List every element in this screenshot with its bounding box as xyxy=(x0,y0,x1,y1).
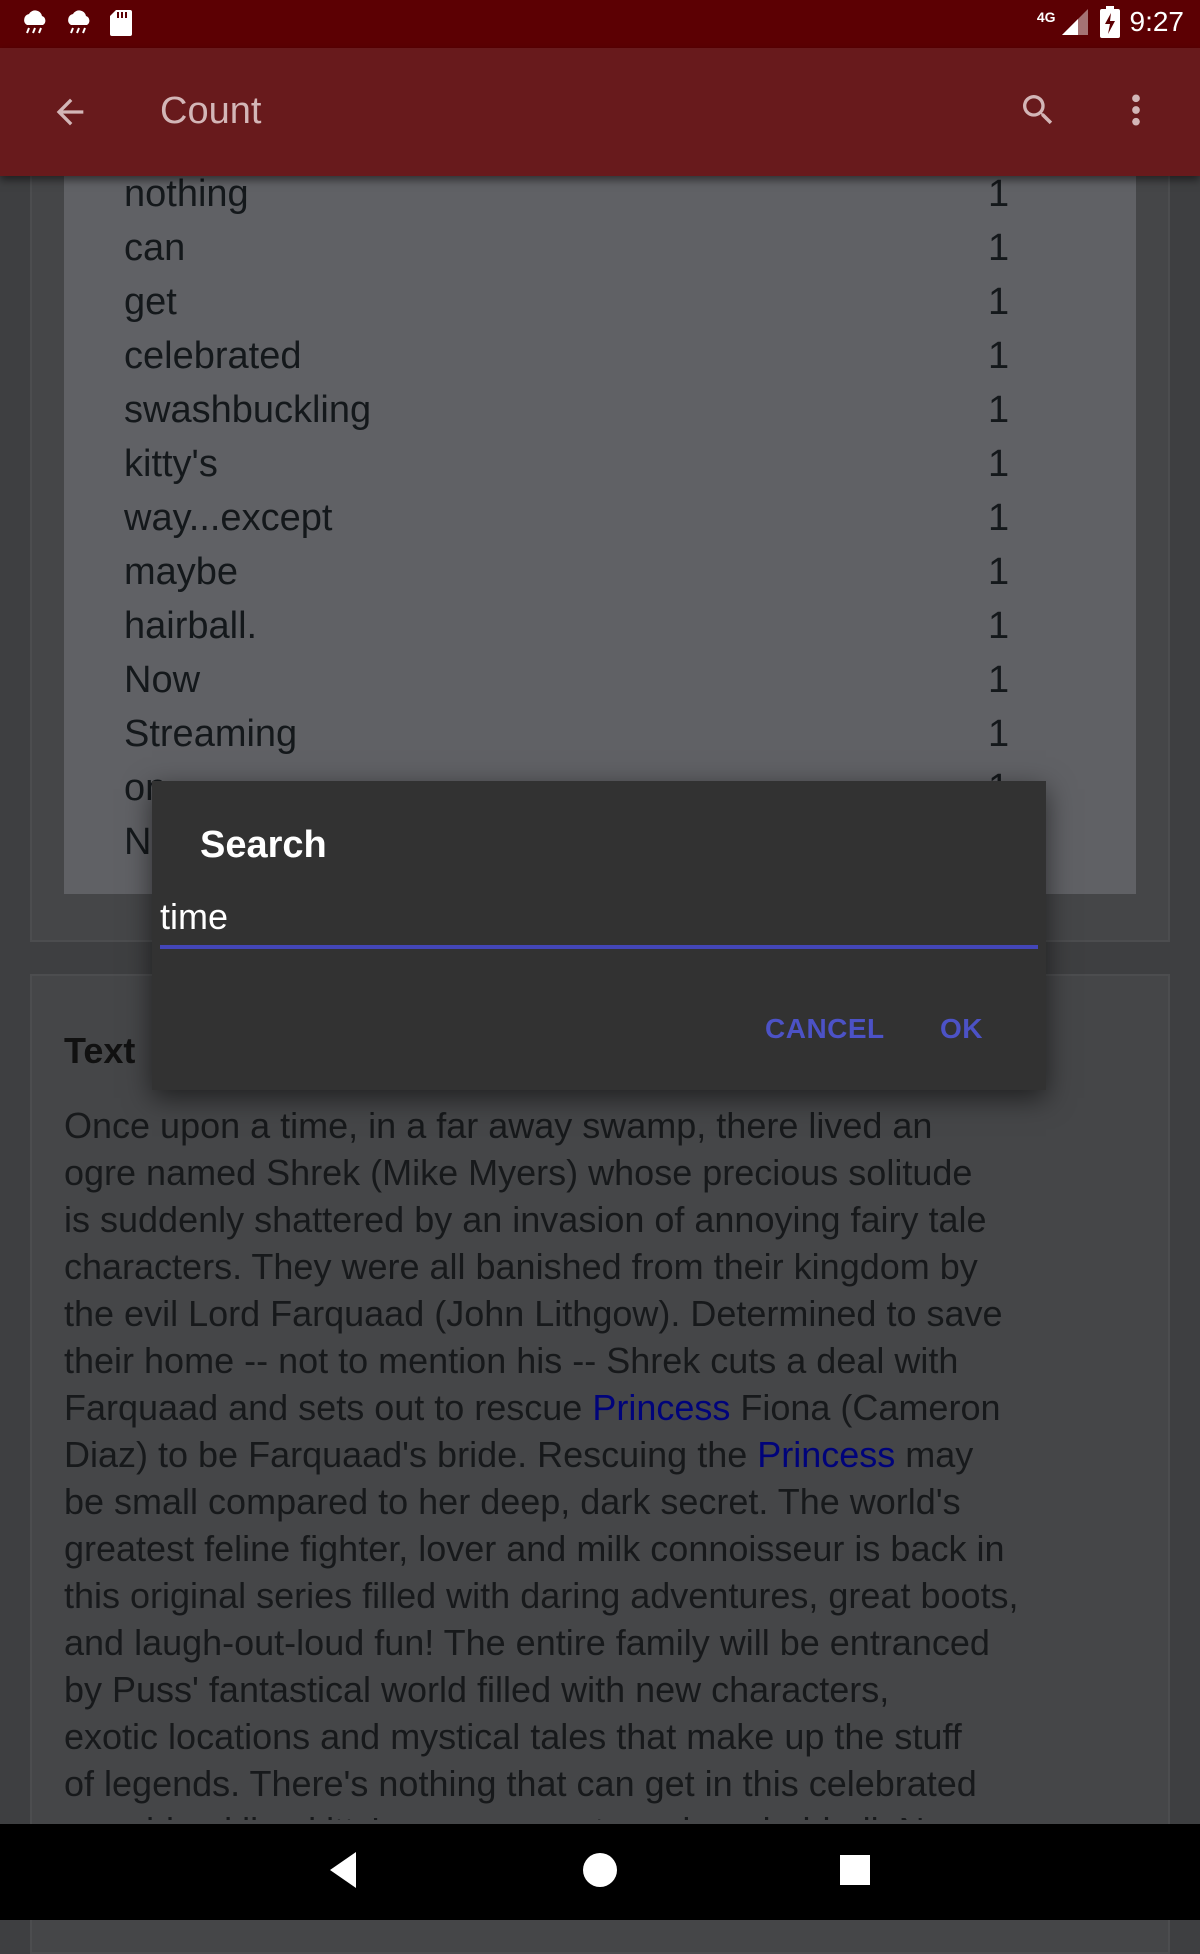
story-line: their home -- not to mention his -- Shre… xyxy=(64,1337,1144,1384)
count-cell: 1 xyxy=(988,551,1010,593)
status-bar: 4G 9:27 xyxy=(0,0,1200,48)
word-cell: hairball. xyxy=(124,605,258,647)
word-cell: maybe xyxy=(124,551,239,593)
page-title: Count xyxy=(160,90,262,132)
back-triangle-icon[interactable] xyxy=(326,1848,360,1892)
story-segment: their home -- not to mention his -- Shre… xyxy=(64,1340,959,1381)
search-dialog: Search time CANCEL OK xyxy=(152,781,1046,1090)
story-segment: exotic locations and mystical tales that… xyxy=(64,1716,962,1757)
dialog-title: Search xyxy=(200,824,327,866)
search-icon[interactable] xyxy=(1018,90,1058,130)
count-cell: 1 xyxy=(988,173,1010,215)
word-cell: kitty's xyxy=(124,443,218,485)
count-cell: 1 xyxy=(988,659,1010,701)
network-type: 4G xyxy=(1036,9,1056,25)
cancel-button[interactable]: CANCEL xyxy=(765,1013,885,1045)
story-segment: characters. They were all banished from … xyxy=(64,1246,978,1287)
story-line: exotic locations and mystical tales that… xyxy=(64,1713,1144,1760)
signal-icon xyxy=(1061,9,1088,35)
story-segment: Diaz) to be Farquaad's bride. Rescuing t… xyxy=(64,1434,758,1475)
text-heading: Text xyxy=(64,1030,136,1071)
search-match-highlight: Princess xyxy=(757,1434,896,1475)
table-row[interactable]: Now 1 xyxy=(64,659,1136,713)
word-cell: can xyxy=(124,227,186,269)
table-row[interactable]: celebrated 1 xyxy=(64,335,1136,389)
count-cell: 1 xyxy=(988,713,1010,755)
battery-charging-icon xyxy=(1099,6,1120,38)
story-line: by Puss' fantastical world filled with n… xyxy=(64,1666,1144,1713)
story-segment: be small compared to her deep, dark secr… xyxy=(64,1481,961,1522)
weather-icon xyxy=(24,10,46,34)
story-segment: Farquaad and sets out to rescue xyxy=(64,1387,593,1428)
table-row[interactable]: can 1 xyxy=(64,227,1136,281)
story-segment: ogre named Shrek (Mike Myers) whose prec… xyxy=(64,1152,973,1193)
story-segment: swashbuckling kitty's way...except maybe… xyxy=(64,1810,971,1820)
count-cell: 1 xyxy=(988,497,1010,539)
story-segment: the evil Lord Farquaad (John Lithgow). D… xyxy=(64,1293,1003,1334)
arrow-back-icon[interactable] xyxy=(50,92,90,132)
story-segment: this original series filled with daring … xyxy=(64,1575,1019,1616)
story-line: Once upon a time, in a far away swamp, t… xyxy=(64,1102,1144,1149)
story-segment: Fiona (Cameron xyxy=(730,1387,1001,1428)
story-line: swashbuckling kitty's way...except maybe… xyxy=(64,1807,1144,1820)
search-match-highlight: Princess xyxy=(592,1387,731,1428)
more-vert-icon[interactable] xyxy=(1120,90,1152,130)
table-row[interactable]: nothing 1 xyxy=(64,173,1136,227)
table-row[interactable]: hairball. 1 xyxy=(64,605,1136,659)
story-segment: by Puss' fantastical world filled with n… xyxy=(64,1669,890,1710)
story-line: and laugh-out-loud fun! The entire famil… xyxy=(64,1619,1144,1666)
system-icons: 4G 9:27 xyxy=(1037,6,1184,38)
story-segment: and laugh-out-loud fun! The entire famil… xyxy=(64,1622,990,1663)
story-line: Diaz) to be Farquaad's bride. Rescuing t… xyxy=(64,1431,1144,1478)
word-cell: Streaming xyxy=(124,713,298,755)
word-cell: swashbuckling xyxy=(124,389,372,431)
notification-icons xyxy=(20,8,134,38)
table-row[interactable]: Streaming 1 xyxy=(64,713,1136,767)
recents-square-icon[interactable] xyxy=(836,1848,876,1892)
table-row[interactable]: get 1 xyxy=(64,281,1136,335)
table-row[interactable]: maybe 1 xyxy=(64,551,1136,605)
story-segment: may xyxy=(895,1434,974,1475)
story-line: be small compared to her deep, dark secr… xyxy=(64,1478,1144,1525)
clock: 9:27 xyxy=(1129,6,1185,37)
story-line: this original series filled with daring … xyxy=(64,1572,1144,1619)
story-line: the evil Lord Farquaad (John Lithgow). D… xyxy=(64,1290,1144,1337)
word-cell: celebrated xyxy=(124,335,302,377)
story-text: Once upon a time, in a far away swamp, t… xyxy=(64,1102,1144,1820)
search-input[interactable]: time xyxy=(160,893,1038,949)
count-cell: 1 xyxy=(988,443,1010,485)
count-cell: 1 xyxy=(988,227,1010,269)
word-cell: Now xyxy=(124,659,201,701)
count-cell: 1 xyxy=(988,281,1010,323)
story-line: Farquaad and sets out to rescue Princess… xyxy=(64,1384,1144,1431)
story-segment: greatest feline fighter, lover and milk … xyxy=(64,1528,1005,1569)
weather-icon xyxy=(68,10,90,34)
story-line: greatest feline fighter, lover and milk … xyxy=(64,1525,1144,1572)
navigation-bar xyxy=(0,1824,1200,1920)
story-segment: is suddenly shattered by an invasion of … xyxy=(64,1199,987,1240)
story-line: ogre named Shrek (Mike Myers) whose prec… xyxy=(64,1149,1144,1196)
story-line: is suddenly shattered by an invasion of … xyxy=(64,1196,1144,1243)
story-line: characters. They were all banished from … xyxy=(64,1243,1144,1290)
sd-card-icon xyxy=(110,10,132,36)
word-cell: way...except xyxy=(124,497,333,539)
word-cell: get xyxy=(124,281,177,323)
app-bar: Count xyxy=(0,48,1200,176)
count-cell: 1 xyxy=(988,605,1010,647)
count-cell: 1 xyxy=(988,335,1010,377)
story-line: of legends. There's nothing that can get… xyxy=(64,1760,1144,1807)
word-cell: nothing xyxy=(124,173,249,215)
story-segment: of legends. There's nothing that can get… xyxy=(64,1763,977,1804)
home-circle-icon[interactable] xyxy=(580,1848,620,1892)
count-cell: 1 xyxy=(988,389,1010,431)
table-row[interactable]: swashbuckling 1 xyxy=(64,389,1136,443)
table-row[interactable]: way...except 1 xyxy=(64,497,1136,551)
ok-button[interactable]: OK xyxy=(940,1013,983,1045)
story-segment: Once upon a time, in a far away swamp, t… xyxy=(64,1105,933,1146)
table-row[interactable]: kitty's 1 xyxy=(64,443,1136,497)
